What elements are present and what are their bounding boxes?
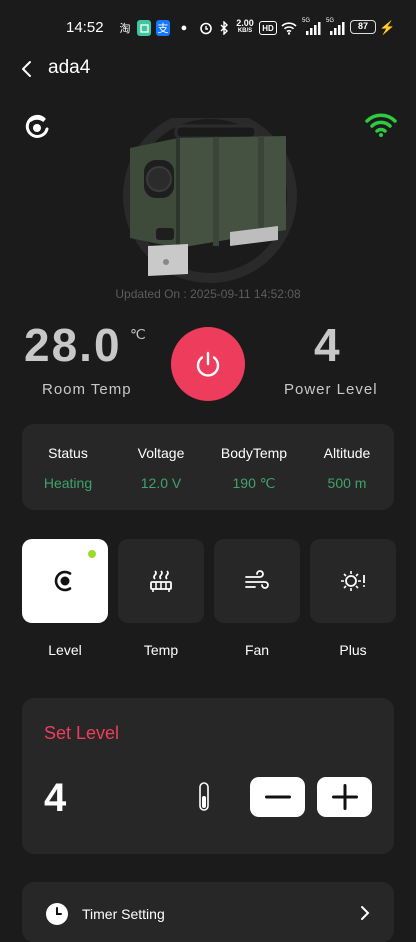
room-temp-unit: ℃ — [130, 326, 146, 342]
signal-icon-2: 5G — [326, 18, 346, 36]
mode-tile-fan[interactable] — [214, 539, 300, 623]
heater-icon — [150, 570, 172, 592]
clock-icon — [46, 903, 68, 925]
alipay-icon: 支 — [156, 20, 170, 36]
set-level-card — [22, 698, 394, 854]
voltage-column: Voltage 12.0 V — [111, 445, 211, 491]
mode-label-fan: Fan — [244, 642, 270, 658]
back-button[interactable] — [16, 57, 40, 81]
voltage-value: 12.0 V — [140, 475, 182, 491]
status-bar: 14:52 淘 支 ● 2.00 KB/S HD 5G 5G 87 ⚡ — [0, 0, 416, 56]
power-level-value: 4 — [314, 319, 340, 371]
power-level-label: Power Level — [284, 381, 378, 398]
bluetooth-icon — [218, 20, 230, 36]
room-temp-label: Room Temp — [42, 381, 132, 398]
mode-tile-plus[interactable] — [310, 539, 396, 623]
updated-timestamp: Updated On : 2025-09-11 14:52:08 — [115, 287, 301, 301]
wechat-mini-icon — [137, 20, 151, 36]
minus-icon — [264, 795, 291, 799]
bodytemp-value: 190 ℃ — [232, 475, 276, 491]
altitude-value: 500 m — [327, 475, 367, 491]
plus-mode-icon — [341, 571, 365, 591]
plus-icon — [331, 784, 358, 810]
charging-icon: ⚡ — [379, 20, 396, 35]
dot-icon: ● — [180, 22, 188, 34]
voltage-heading: Voltage — [137, 445, 185, 461]
altitude-heading: Altitude — [323, 445, 371, 461]
mode-tile-temp[interactable] — [118, 539, 204, 623]
set-level-value: 4 — [44, 776, 67, 820]
chevron-left-icon — [22, 61, 31, 77]
bodytemp-heading: BodyTemp — [220, 445, 288, 461]
hd-icon: HD — [259, 21, 277, 35]
battery-indicator: 87 — [350, 20, 376, 34]
wifi-connected-icon[interactable] — [365, 112, 397, 138]
brand-logo-icon — [24, 114, 50, 142]
set-level-title: Set Level — [44, 723, 120, 743]
clock: 14:52 — [66, 19, 104, 36]
net-speed: 2.00 KB/S — [236, 18, 254, 35]
taobao-icon: 淘 — [119, 23, 131, 35]
decrease-level-button[interactable] — [250, 777, 305, 817]
signal-icon-1: 5G — [302, 18, 322, 36]
status-heading: Status — [48, 445, 88, 461]
heater-device-image — [118, 109, 298, 288]
active-indicator-dot — [88, 550, 96, 558]
chevron-right-icon — [358, 904, 372, 922]
alarm-icon — [198, 20, 214, 36]
mode-label-plus: Plus — [339, 642, 367, 658]
wifi-status-icon — [280, 20, 298, 36]
altitude-column: Altitude 500 m — [297, 445, 397, 491]
mode-label-temp: Temp — [143, 642, 179, 658]
power-icon — [196, 351, 220, 377]
status-value: Heating — [43, 475, 93, 491]
status-column: Status Heating — [18, 445, 118, 491]
timer-setting-row[interactable] — [22, 882, 394, 942]
bodytemp-column: BodyTemp 190 ℃ — [204, 445, 304, 492]
timer-setting-label: Timer Setting — [82, 906, 165, 922]
level-bar-icon — [198, 782, 210, 812]
increase-level-button[interactable] — [317, 777, 372, 817]
page-title: ada4 — [48, 57, 91, 78]
room-temp-value: 28.0 — [24, 319, 122, 371]
wind-icon — [245, 570, 269, 589]
level-icon — [54, 570, 72, 592]
power-button[interactable] — [171, 327, 245, 401]
mode-label-level: Level — [48, 642, 82, 658]
